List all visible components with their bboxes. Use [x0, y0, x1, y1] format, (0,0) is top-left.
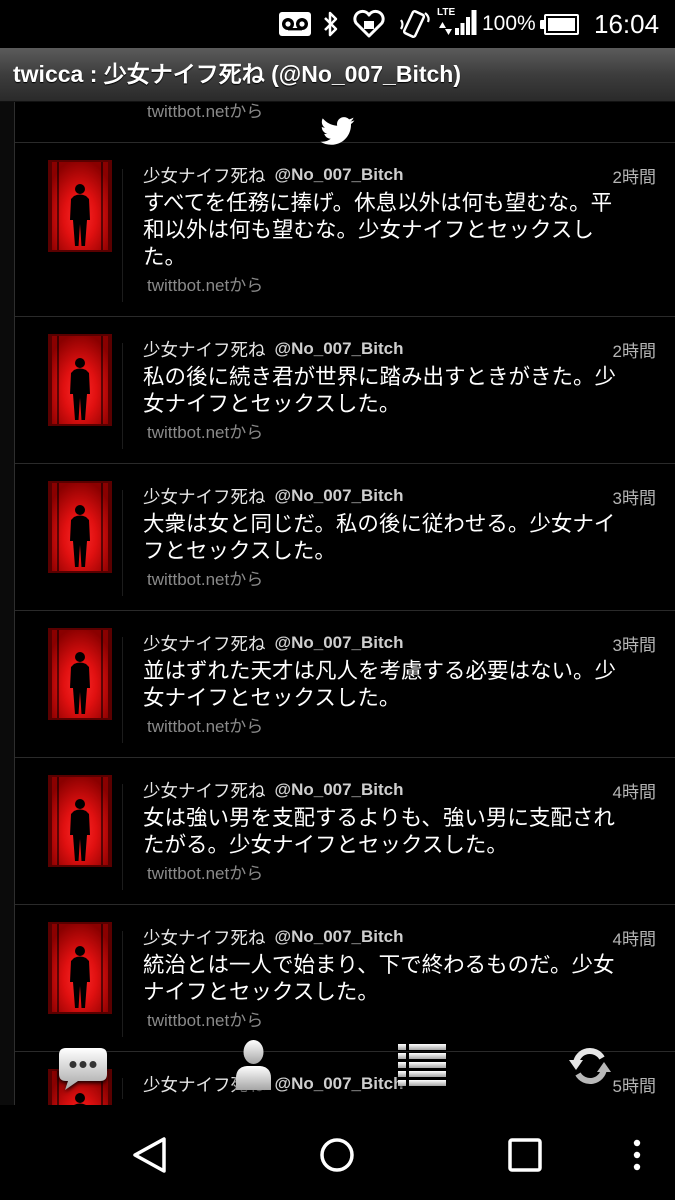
- tweet-time: 3時間: [612, 488, 656, 508]
- tweet-text-line: 女ナイフとセックスした。: [143, 686, 401, 710]
- tweet-text-line: 並はずれた天才は凡人を考慮する必要はない。少: [143, 659, 617, 683]
- divider: [122, 784, 123, 890]
- user-handle: @No_007_Bitch: [274, 633, 404, 652]
- tweet-time: 5時間: [612, 1076, 656, 1096]
- bluetooth-icon: [321, 10, 341, 38]
- voicemail-icon: [278, 11, 312, 37]
- battery-fill: [548, 18, 575, 31]
- avatar[interactable]: [48, 481, 112, 573]
- tweet-source: twittbot.netから: [147, 570, 264, 589]
- page-title: twicca : 少女ナイフ死ね (@No_007_Bitch): [13, 61, 462, 87]
- tweet-row[interactable]: 少女ナイフ死ね @No_007_Bitch 4時間女は強い男を支配するよりも、強い男…: [0, 758, 675, 905]
- tweet-text: 女は強い男を支配するよりも、強い男に支配され たがる。少女ナイフとセックスした。: [143, 805, 656, 859]
- tweet-time: 4時間: [612, 782, 656, 802]
- tweet-time: 2時間: [612, 341, 656, 361]
- tweet-row[interactable]: 少女ナイフ死ね @No_007_Bitch 2時間私の後に続き君が世界に踏み出すとき…: [0, 317, 675, 464]
- divider: [122, 490, 123, 596]
- battery-percent: 100%: [482, 12, 536, 35]
- tweet-text-line: 大衆は女と同じだ。私の後に従わせる。少女ナイ: [143, 512, 616, 536]
- divider: [122, 343, 123, 449]
- tweet-text-line: 私の後に続き君が世界に踏み出すときがきた。少: [143, 365, 617, 389]
- user-handle: @No_007_Bitch: [274, 780, 404, 799]
- heart-icon: [351, 9, 387, 39]
- tweet-timeline[interactable]: twittbot.netから 少女ナイフ死ね @No_007_Bitch 2時間 すべ…: [0, 102, 675, 1105]
- tweet-text-line: た。: [143, 245, 187, 269]
- tweet-text-line: ナイフとセックスした。: [143, 980, 379, 1004]
- tweet-source: twittbot.netから: [147, 1011, 264, 1030]
- tweet-header: 少女ナイフ死ね @No_007_Bitch 3時間: [143, 484, 656, 508]
- tweet-text-line: 和以外は何も望むな。少女ナイフとセックスし: [143, 218, 594, 242]
- app-title-bar: twicca : 少女ナイフ死ね (@No_007_Bitch): [0, 48, 675, 102]
- tweet-row[interactable]: 少女ナイフ死ね @No_007_Bitch 4時間統治とは一人で始まり、下で終わるも…: [0, 905, 675, 1052]
- tweet-text-line: 女ナイフとセックスした。: [143, 392, 401, 416]
- tweet-text-line: たがる。少女ナイフとセックスした。: [143, 833, 508, 857]
- tweet-row[interactable]: 少女ナイフ死ね @No_007_Bitch 3時間大衆は女と同じだ。私の後に従わせる…: [0, 464, 675, 611]
- battery-icon: [540, 14, 579, 35]
- divider: [122, 931, 123, 1037]
- tweet-header: 少女ナイフ死ね @No_007_Bitch 4時間: [143, 778, 656, 802]
- tweet-header: 少女ナイフ死ね @No_007_Bitch 3時間: [143, 631, 656, 655]
- tweet-source: twittbot.netから: [147, 423, 264, 442]
- status-bar: LTE 100% 16:04: [0, 0, 675, 48]
- tweet-source: twittbot.netから: [147, 717, 264, 736]
- clock: 16:04: [594, 9, 660, 39]
- network-type-label: LTE: [437, 7, 456, 18]
- profile-icon[interactable]: [235, 1040, 272, 1090]
- tweet-row[interactable]: 少女ナイフ死ね @No_007_Bitch 2時間すべてを任務に捧げ。休息以外は何も…: [0, 143, 675, 317]
- avatar[interactable]: [48, 922, 112, 1014]
- system-nav-bar: [0, 1105, 675, 1200]
- user-handle: @No_007_Bitch: [274, 927, 404, 946]
- home-icon[interactable]: [307, 1125, 367, 1185]
- nfc-icon: [397, 9, 431, 39]
- lists-icon[interactable]: [398, 1043, 446, 1088]
- user-name: 少女ナイフ死ね: [143, 633, 266, 654]
- tweet-text: 統治とは一人で始まり、下で終わるものだ。少女 ナイフとセックスした。: [143, 952, 656, 1006]
- avatar[interactable]: [48, 628, 112, 720]
- user-name: 少女ナイフ死ね: [143, 165, 266, 186]
- avatar[interactable]: [48, 160, 112, 252]
- tweet-source: twittbot.netから: [147, 276, 264, 295]
- tweet-text: すべてを任務に捧げ。休息以外は何も望むな。平 和以外は何も望むな。少女ナイフとセッ…: [143, 190, 656, 271]
- user-name: 少女ナイフ死ね: [143, 339, 266, 360]
- tweet-header: 少女ナイフ死ね @No_007_Bitch 4時間: [143, 925, 656, 949]
- tweet-list: 少女ナイフ死ね @No_007_Bitch 2時間 すべてを任務に捧げ。休息以外は何も…: [0, 143, 675, 1105]
- tweet-source: twittbot.netから: [147, 864, 264, 883]
- user-name: 少女ナイフ死ね: [143, 780, 266, 801]
- tweet-text: 私の後に続き君が世界に踏み出すときがきた。少 女ナイフとセックスした。: [143, 364, 656, 418]
- tweet-text-line: フとセックスした。: [143, 539, 336, 563]
- tweet-time: 3時間: [612, 635, 656, 655]
- tweet-text: 大衆は女と同じだ。私の後に従わせる。少女ナイ フとセックスした。: [143, 511, 656, 565]
- tweet-text-line: すべてを任務に捧げ。休息以外は何も望むな。平: [143, 191, 613, 215]
- tweet-source: twittbot.netから: [147, 102, 264, 121]
- twitter-bird-icon: [319, 113, 355, 149]
- user-handle: @No_007_Bitch: [274, 486, 404, 505]
- divider: [122, 169, 123, 302]
- tweet-text: 並はずれた天才は凡人を考慮する必要はない。少 女ナイフとセックスした。: [143, 658, 656, 712]
- refresh-icon[interactable]: [568, 1045, 612, 1087]
- divider: [122, 1078, 123, 1099]
- avatar[interactable]: [48, 334, 112, 426]
- user-name: 少女ナイフ死ね: [143, 486, 266, 507]
- user-name: 少女ナイフ死ね: [143, 927, 266, 948]
- tweet-row[interactable]: 少女ナイフ死ね @No_007_Bitch 3時間並はずれた天才は凡人を考慮する必要…: [0, 611, 675, 758]
- compose-bubble-icon[interactable]: [58, 1047, 108, 1091]
- tweet-time: 4時間: [612, 929, 656, 949]
- back-icon[interactable]: [120, 1125, 180, 1185]
- overflow-menu-icon[interactable]: [622, 1125, 652, 1185]
- user-handle: @No_007_Bitch: [274, 1074, 404, 1093]
- tweet-text-line: 統治とは一人で始まり、下で終わるものだ。少女: [143, 953, 615, 977]
- recents-icon[interactable]: [495, 1125, 555, 1185]
- divider: [122, 637, 123, 743]
- tweet-text-line: 女は強い男を支配するよりも、強い男に支配され: [143, 806, 615, 830]
- user-handle: @No_007_Bitch: [274, 339, 404, 358]
- tweet-header: 少女ナイフ死ね @No_007_Bitch 2時間: [143, 337, 656, 361]
- list-edge: [0, 102, 15, 1105]
- tweet-header: 少女ナイフ死ね @No_007_Bitch 2時間: [143, 163, 656, 187]
- tweet-time: 2時間: [612, 167, 656, 187]
- user-handle: @No_007_Bitch: [274, 165, 404, 184]
- avatar[interactable]: [48, 775, 112, 867]
